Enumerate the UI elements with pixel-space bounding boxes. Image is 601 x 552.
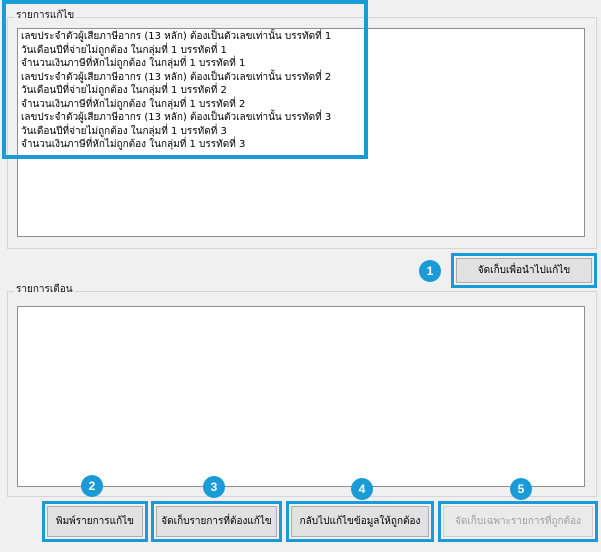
badge-4: 4 <box>351 478 373 500</box>
go-back-fix-data-button-label: กลับไปแก้ไขข้อมูลให้ถูกต้อง <box>291 506 429 537</box>
badge-5: 5 <box>510 478 532 500</box>
badge-3: 3 <box>203 476 225 498</box>
save-items-to-fix-button-label: จัดเก็บรายการที่ต้องแก้ไข <box>156 506 277 537</box>
correction-line: วันเดือนปีที่จ่ายไม่ถูกต้อง ในกลุ่มที่ 1… <box>21 85 227 96</box>
print-corrections-button-label: พิมพ์รายการแก้ไข <box>47 506 143 537</box>
corrections-textarea[interactable]: เลขประจำตัวผู้เสียภาษีอากร (13 หลัก) ต้อ… <box>17 28 585 237</box>
badge-1: 1 <box>419 260 441 282</box>
correction-line: จำนวนเงินภาษีที่หักไม่ถูกต้อง ในกลุ่มที่… <box>21 98 246 110</box>
correction-line: เลขประจำตัวผู้เสียภาษีอากร (13 หลัก) ต้อ… <box>21 71 332 83</box>
save-for-fix-button[interactable]: จัดเก็บเพื่อนำไปแก้ไข <box>451 253 597 288</box>
corrections-label: รายการแก้ไข <box>14 10 77 22</box>
save-correct-only-button[interactable]: จัดเก็บเฉพาะรายการที่ถูกต้อง <box>438 501 598 542</box>
correction-line: วันเดือนปีที่จ่ายไม่ถูกต้อง ในกลุ่มที่ 1… <box>21 125 227 137</box>
save-for-fix-button-label: จัดเก็บเพื่อนำไปแก้ไข <box>456 258 592 283</box>
correction-line: วันเดือนปีที่จ่ายไม่ถูกต้อง ในกลุ่มที่ 1… <box>21 44 227 56</box>
correction-line: เลขประจำตัวผู้เสียภาษีอากร (13 หลัก) ต้อ… <box>21 31 332 42</box>
correction-line: เลขประจำตัวผู้เสียภาษีอากร (13 หลัก) ต้อ… <box>21 112 332 123</box>
correction-line: จำนวนเงินภาษีที่หักไม่ถูกต้อง ในกลุ่มที่… <box>21 58 246 69</box>
warnings-label: รายการเตือน <box>14 284 75 296</box>
warnings-textarea[interactable] <box>17 306 585 487</box>
save-correct-only-button-label: จัดเก็บเฉพาะรายการที่ถูกต้อง <box>443 506 593 537</box>
go-back-fix-data-button[interactable]: กลับไปแก้ไขข้อมูลให้ถูกต้อง <box>286 501 434 542</box>
badge-2: 2 <box>81 475 103 497</box>
correction-line: จำนวนเงินภาษีที่หักไม่ถูกต้อง ในกลุ่มที่… <box>21 139 246 150</box>
save-items-to-fix-button[interactable]: จัดเก็บรายการที่ต้องแก้ไข <box>151 501 282 542</box>
corrections-list: เลขประจำตัวผู้เสียภาษีอากร (13 หลัก) ต้อ… <box>18 30 584 152</box>
print-corrections-button[interactable]: พิมพ์รายการแก้ไข <box>42 501 148 542</box>
